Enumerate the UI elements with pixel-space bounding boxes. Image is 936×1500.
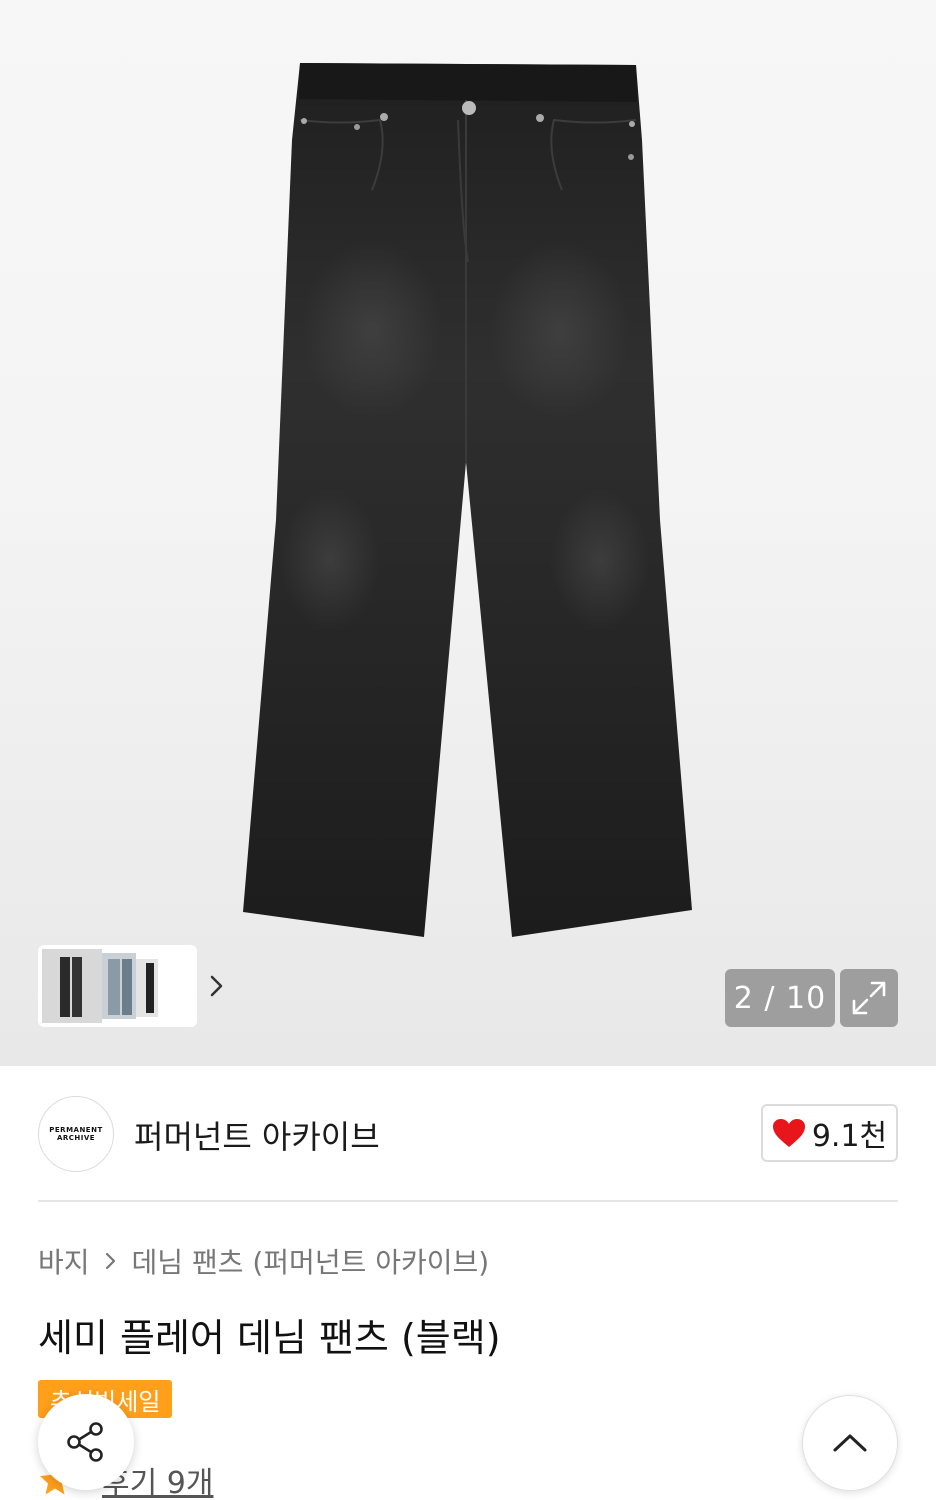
- share-icon: [67, 1422, 103, 1462]
- share-button[interactable]: [38, 1394, 134, 1490]
- heart-icon: [772, 1119, 805, 1147]
- product-image: [243, 63, 692, 937]
- product-image-gallery[interactable]: 2 / 10: [0, 0, 936, 1066]
- divider: [38, 1200, 898, 1202]
- breadcrumb-subcategory[interactable]: 데님 팬츠 (퍼머넌트 아카이브): [132, 1241, 490, 1281]
- chevron-right-icon: [104, 1250, 118, 1272]
- brand-row: PERMANENT ARCHIVE 퍼머넌트 아카이브 9.1천: [38, 1094, 898, 1172]
- like-button[interactable]: 9.1천: [761, 1104, 898, 1162]
- thumbnail-strip[interactable]: [38, 945, 223, 1027]
- chevron-right-icon[interactable]: [208, 971, 226, 1001]
- product-title: 세미 플레어 데님 팬츠 (블랙): [38, 1316, 501, 1360]
- fullscreen-button[interactable]: [840, 969, 898, 1027]
- like-count: 9.1천: [811, 1119, 888, 1154]
- image-counter: 2 / 10: [725, 969, 835, 1027]
- chevron-up-icon: [833, 1434, 867, 1452]
- brand-logo[interactable]: PERMANENT ARCHIVE: [38, 1096, 114, 1172]
- expand-arrows-icon: [852, 981, 886, 1015]
- thumbnail-images[interactable]: [42, 949, 160, 1023]
- brand-name[interactable]: 퍼머넌트 아카이브: [134, 1112, 380, 1158]
- brand-logo-line1: PERMANENT: [49, 1126, 103, 1134]
- breadcrumb-category[interactable]: 바지: [38, 1241, 90, 1281]
- scroll-to-top-button[interactable]: [802, 1395, 898, 1491]
- breadcrumb: 바지 데님 팬츠 (퍼머넌트 아카이브): [38, 1241, 489, 1281]
- brand-logo-line2: ARCHIVE: [56, 1134, 96, 1142]
